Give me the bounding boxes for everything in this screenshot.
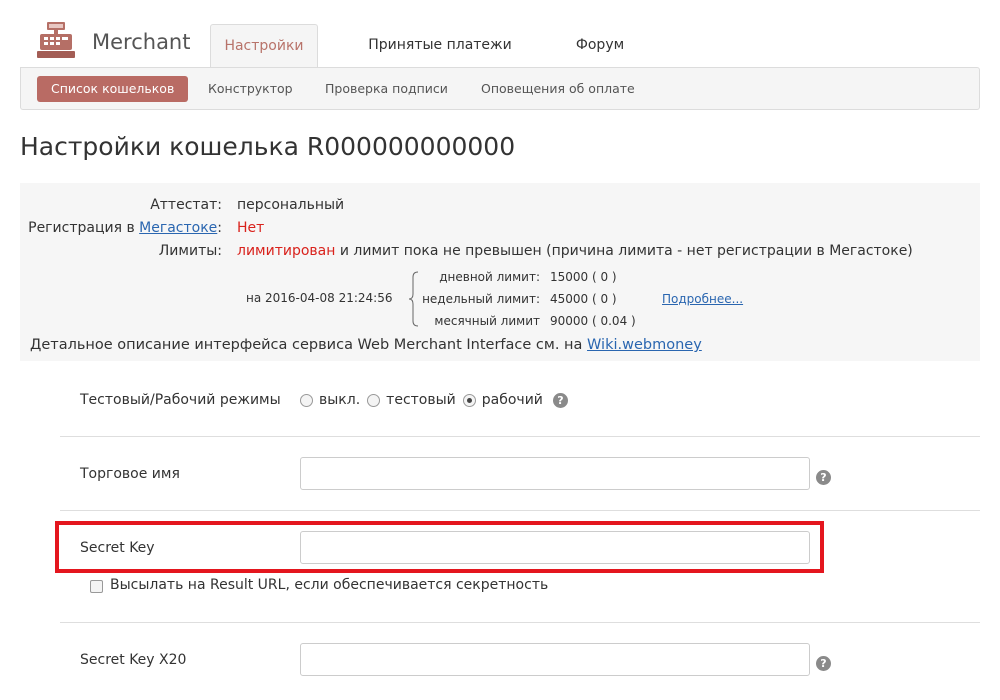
- wiki-webmoney-link[interactable]: Wiki.webmoney: [587, 337, 702, 353]
- send-result-checkbox[interactable]: [90, 580, 103, 593]
- subnav-signature-check[interactable]: Проверка подписи: [311, 76, 462, 102]
- cash-register-logo-icon: [37, 22, 75, 58]
- weekly-limit-label: недельный лимит:: [422, 292, 540, 306]
- mode-test-label: тестовый: [386, 392, 456, 408]
- tab-settings[interactable]: Настройки: [210, 24, 318, 68]
- trade-name-label: Торговое имя: [80, 466, 180, 482]
- secret-key-x20-help-icon[interactable]: ?: [816, 656, 831, 671]
- limits-status: лимитирован: [237, 243, 336, 259]
- trade-name-input[interactable]: [300, 457, 810, 490]
- mode-off-radio[interactable]: [300, 393, 313, 407]
- trade-name-help-icon[interactable]: ?: [816, 470, 831, 485]
- limits-label: Лимиты:: [158, 243, 222, 259]
- mode-label: Тестовый/Рабочий режимы: [80, 392, 281, 408]
- secret-key-label: Secret Key: [80, 540, 155, 556]
- sub-navigation: Список кошельков Конструктор Проверка по…: [20, 67, 980, 110]
- mode-test-radio[interactable]: [367, 393, 381, 407]
- registration-label: Регистрация в Мегастоке:: [28, 220, 222, 236]
- subnav-wallet-list[interactable]: Список кошельков: [37, 76, 189, 102]
- brand-name: Merchant: [92, 30, 191, 54]
- monthly-limit-label: месячный лимит: [434, 314, 540, 328]
- secret-key-input[interactable]: [300, 531, 810, 564]
- mode-live-radio[interactable]: [462, 393, 476, 407]
- limits-value: лимитирован и лимит пока не превышен (пр…: [237, 243, 913, 259]
- secret-key-x20-input[interactable]: [300, 643, 810, 676]
- monthly-limit-value: 90000 ( 0.04 ): [550, 314, 636, 328]
- secret-key-x20-label: Secret Key X20: [80, 652, 187, 668]
- daily-limit-label: дневной лимит:: [439, 270, 540, 284]
- tab-accepted-payments[interactable]: Принятые платежи: [350, 24, 530, 68]
- daily-limit-value: 15000 ( 0 ): [550, 270, 617, 284]
- description-text: Детальное описание интерфейса сервиса We…: [30, 337, 702, 353]
- mode-help-icon[interactable]: ?: [552, 392, 568, 408]
- mode-live-label: рабочий: [481, 392, 543, 408]
- mode-off-label: выкл.: [319, 392, 361, 408]
- attestat-value: персональный: [237, 197, 345, 213]
- page-title: Настройки кошелька R000000000000: [20, 132, 516, 161]
- tab-forum[interactable]: Форум: [550, 24, 650, 68]
- mode-radio-group: выкл. тестовый рабочий ?: [300, 392, 568, 408]
- divider: [60, 510, 980, 511]
- divider: [60, 622, 980, 623]
- wallet-info-panel: Аттестат: персональный Регистрация в Мег…: [20, 183, 980, 361]
- subnav-payment-notifications[interactable]: Оповещения об оплате: [467, 76, 649, 102]
- limits-date: на 2016-04-08 21:24:56: [246, 291, 393, 305]
- attestat-label: Аттестат:: [150, 197, 222, 213]
- registration-value: Нет: [237, 220, 265, 236]
- more-details-link[interactable]: Подробнее...: [662, 292, 743, 306]
- subnav-constructor[interactable]: Конструктор: [194, 76, 307, 102]
- send-result-label: Высылать на Result URL, если обеспечивае…: [110, 577, 549, 593]
- weekly-limit-value: 45000 ( 0 ): [550, 292, 617, 306]
- curly-brace-icon: [409, 271, 419, 327]
- megastock-link[interactable]: Мегастоке: [139, 220, 217, 236]
- divider: [60, 436, 980, 437]
